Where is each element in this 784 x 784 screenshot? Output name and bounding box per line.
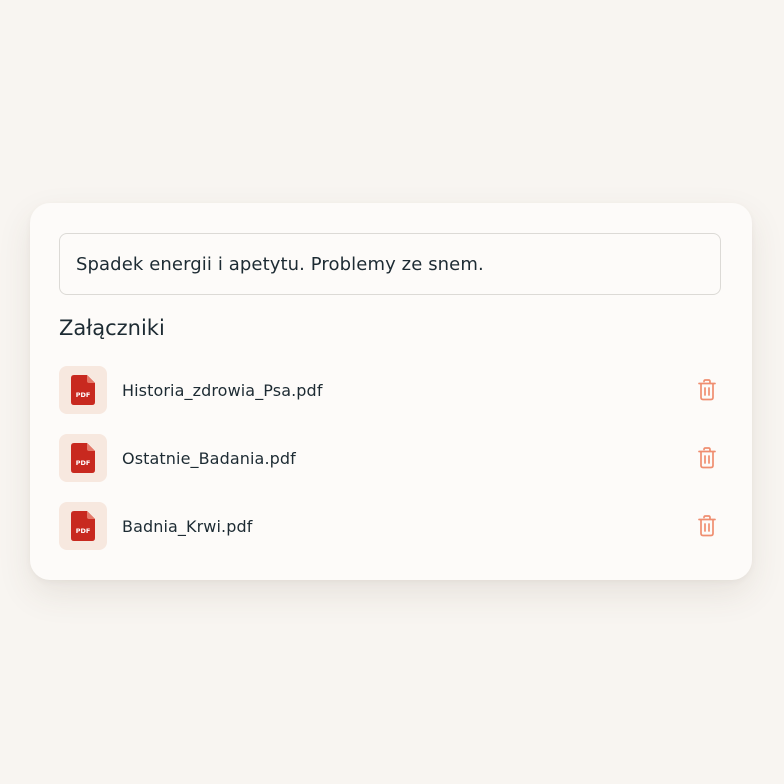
pdf-badge-label: PDF xyxy=(76,391,91,399)
attachment-item[interactable]: PDF Badnia_Krwi.pdf xyxy=(59,502,721,550)
pdf-file-icon: PDF xyxy=(59,366,107,414)
delete-attachment-button[interactable] xyxy=(695,446,719,470)
attachments-heading: Załączniki xyxy=(59,316,165,340)
pdf-badge-label: PDF xyxy=(76,527,91,535)
attachment-file-name: Ostatnie_Badania.pdf xyxy=(122,448,296,468)
trash-icon xyxy=(698,515,716,537)
symptoms-note-text: Spadek energii i apetytu. Problemy ze sn… xyxy=(76,253,484,275)
attachment-item[interactable]: PDF Ostatnie_Badania.pdf xyxy=(59,434,721,482)
notes-card: Spadek energii i apetytu. Problemy ze sn… xyxy=(30,203,752,580)
attachment-file-name: Badnia_Krwi.pdf xyxy=(122,516,253,536)
trash-icon xyxy=(698,379,716,401)
delete-attachment-button[interactable] xyxy=(695,514,719,538)
symptoms-note-field[interactable]: Spadek energii i apetytu. Problemy ze sn… xyxy=(59,233,721,295)
delete-attachment-button[interactable] xyxy=(695,378,719,402)
attachment-item[interactable]: PDF Historia_zdrowia_Psa.pdf xyxy=(59,366,721,414)
attachment-file-name: Historia_zdrowia_Psa.pdf xyxy=(122,380,323,400)
attachments-list: PDF Historia_zdrowia_Psa.pdf PDF Ostatni… xyxy=(59,366,721,570)
trash-icon xyxy=(698,447,716,469)
pdf-file-icon: PDF xyxy=(59,434,107,482)
pdf-file-icon: PDF xyxy=(59,502,107,550)
pdf-badge-label: PDF xyxy=(76,459,91,467)
